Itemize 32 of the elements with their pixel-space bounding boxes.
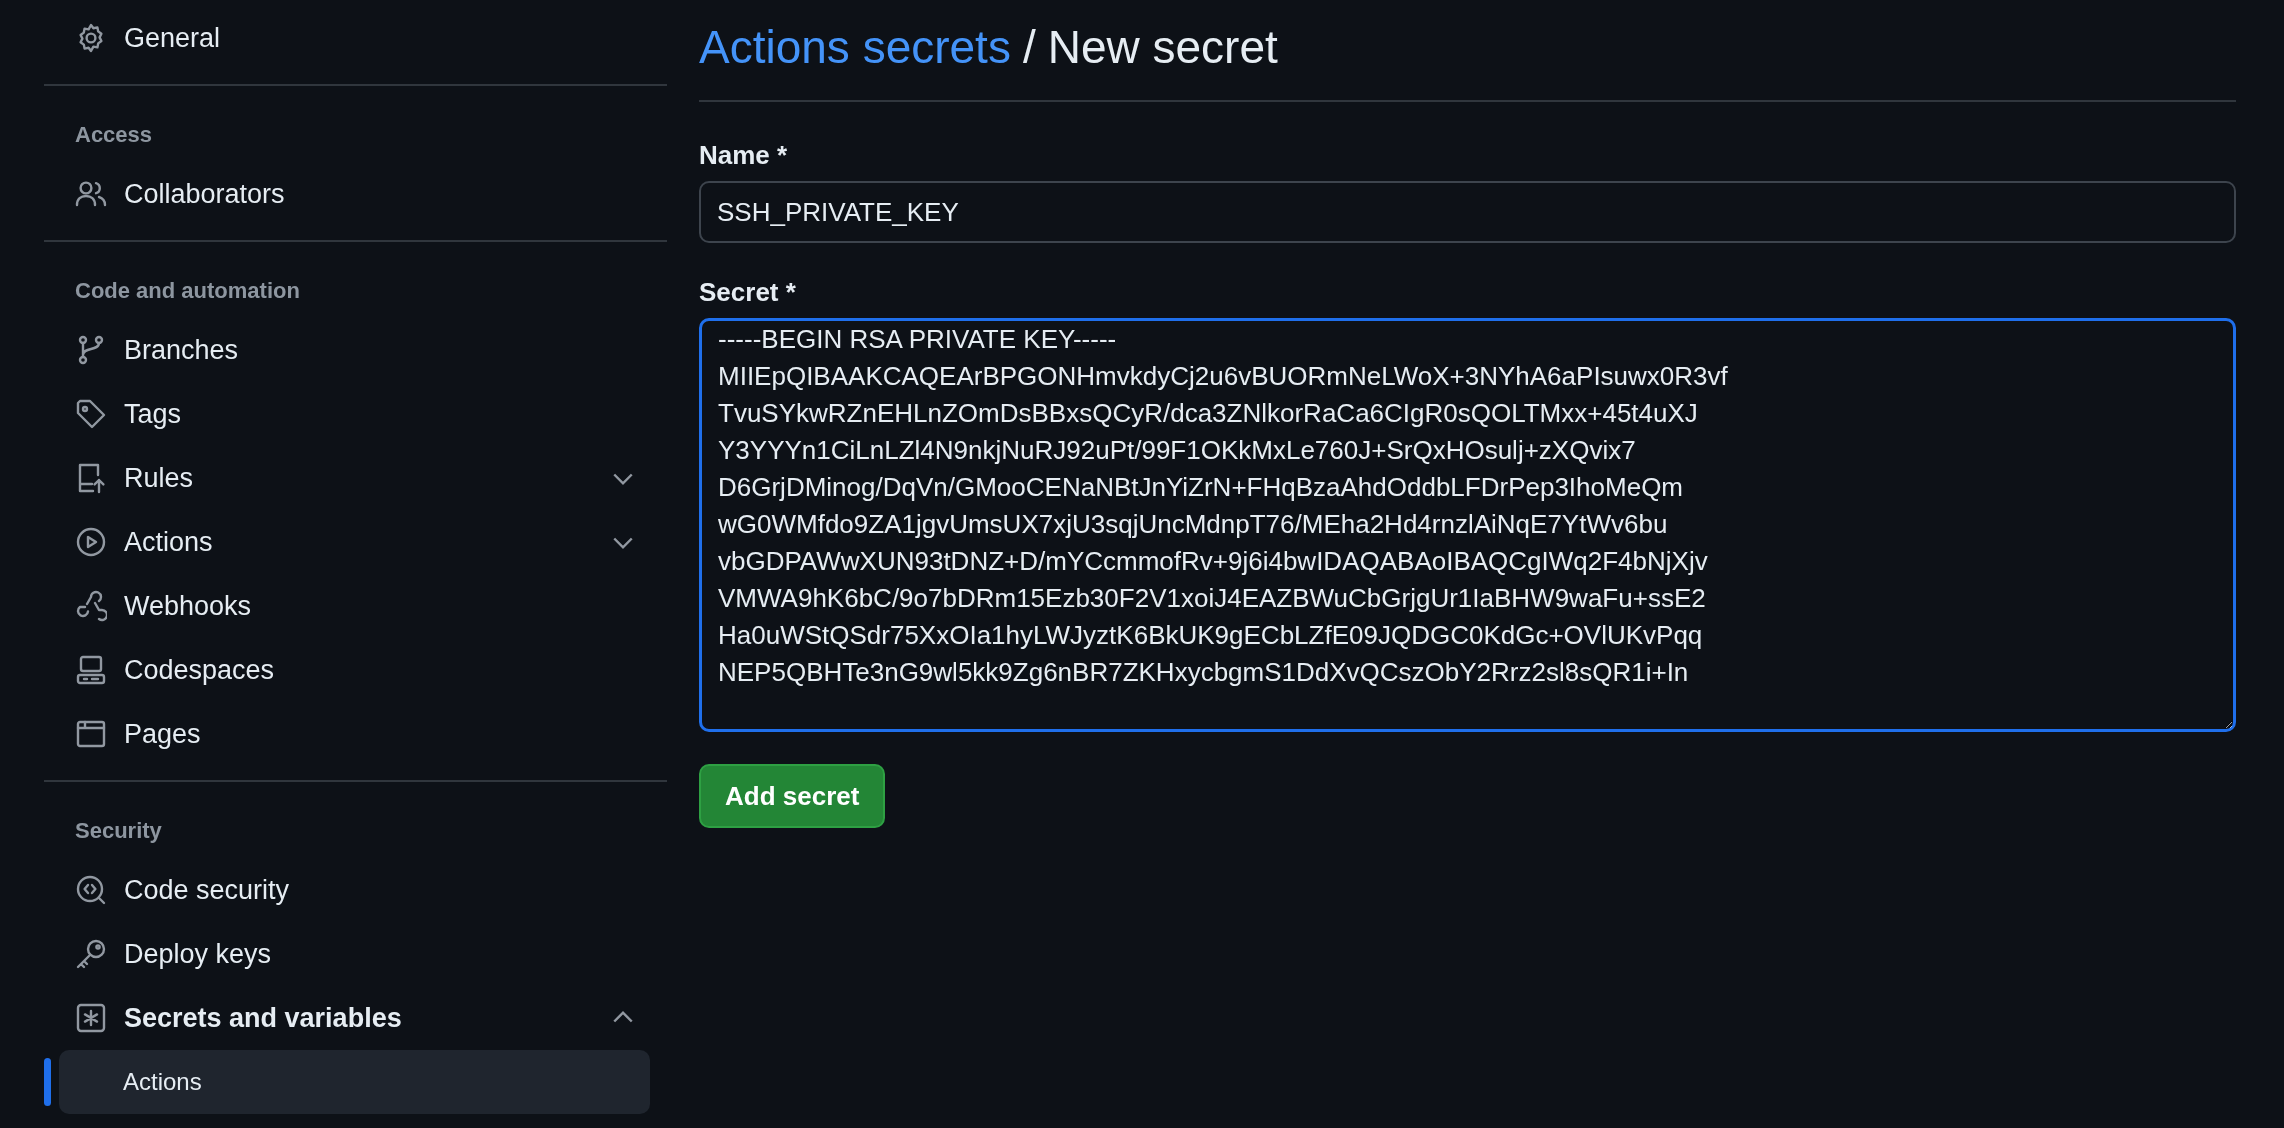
breadcrumb-separator: /	[1022, 20, 1036, 74]
sidebar-item[interactable]: Tags	[44, 382, 667, 446]
secret-text-area[interactable]: -----BEGIN RSA PRIVATE KEY----- MIIEpQIBAAKCAQEArBPGONHmvkdyCj2u6vBUORmNeLWoX+3NYhA6aPIsuwx0R3vf TvuSYkwRZnEHLnZOmDsBBxsQCyR/dca3ZNlkorRaCa6CIgR0sQOLTMxx+45t4uXJ Y3YYYn1CiLnLZl4N9nkjNuRJ92uPt/99F1OKkMxLe760J+SrQxHOsulj+zXQvix7 D6GrjDMinog/DqVn/GMooCENaNBtJnYiZrN+FHqBzaAhdOddbLFDrPep3IhoMeQm wG0WMfdo9ZA1jgvUmsUX7xjU3sqjUncMdnpT76/MEha2Hd4rnzlAiNqE7YtWv6bu vbGDPAWwXUN93tDNZ+D/mYCcmmofRv+9j6i4bwIDAQABAoIBAQCgIWq2F4bNjXjv VMWA9hK6bC/9o7bDRm15Ezb30F2V1xoiJ4EAZBWuCbGrjgUr1IaBHW9waFu+ssE2 Ha0uWStQSdr75XxOIa1hyLWJyztK6BkUK9gECbLZfE09JQDGC0KdGc+OVlUKvPqq NEP5QBHTe3nG9wl5kk9Zg6nBR7ZKHxycbgmS1DdXvQCszObY2Rrz2sl8sQR1i+In	[699, 318, 2236, 732]
sidebar-item[interactable]: Code security	[44, 858, 667, 922]
section-heading: Code and automation	[74, 277, 301, 305]
sidebar-item[interactable]: Collaborators	[44, 162, 667, 226]
sidebar-subitem[interactable]: Actions	[59, 1050, 650, 1114]
section-heading: Security	[74, 817, 163, 845]
sidebar-item[interactable]: Branches	[44, 318, 667, 382]
asterisk-icon	[75, 1002, 107, 1034]
sidebar-item[interactable]: Deploy keys	[44, 922, 667, 986]
breadcrumb-link[interactable]: Actions secrets	[699, 20, 1011, 74]
webhook-icon	[75, 590, 107, 622]
sidebar-item[interactable]: Rules	[44, 446, 667, 510]
sidebar-item[interactable]: Codespaces	[44, 638, 667, 702]
play-icon	[75, 526, 107, 558]
page-title: New secret	[1047, 20, 1278, 74]
codespace-icon	[75, 654, 107, 686]
sidebar-item[interactable]: Pages	[44, 702, 667, 766]
sidebar-item[interactable]: Webhooks	[44, 574, 667, 638]
field-label: Name *	[699, 140, 789, 171]
sidebar-item[interactable]: Actions	[44, 510, 667, 574]
sidebar-item[interactable]: Secrets and variables	[44, 986, 667, 1050]
name-input-field[interactable]: SSH_PRIVATE_KEY	[699, 181, 2236, 243]
selection-bar	[44, 1058, 51, 1106]
section-heading: Access	[74, 121, 154, 149]
add-secret-button[interactable]: Add secret	[699, 764, 886, 828]
key-icon	[75, 938, 107, 970]
tag-icon	[75, 398, 107, 430]
pages-icon	[75, 718, 107, 750]
field-label: Secret *	[699, 277, 797, 308]
sidebar-item[interactable]: General	[44, 6, 667, 70]
